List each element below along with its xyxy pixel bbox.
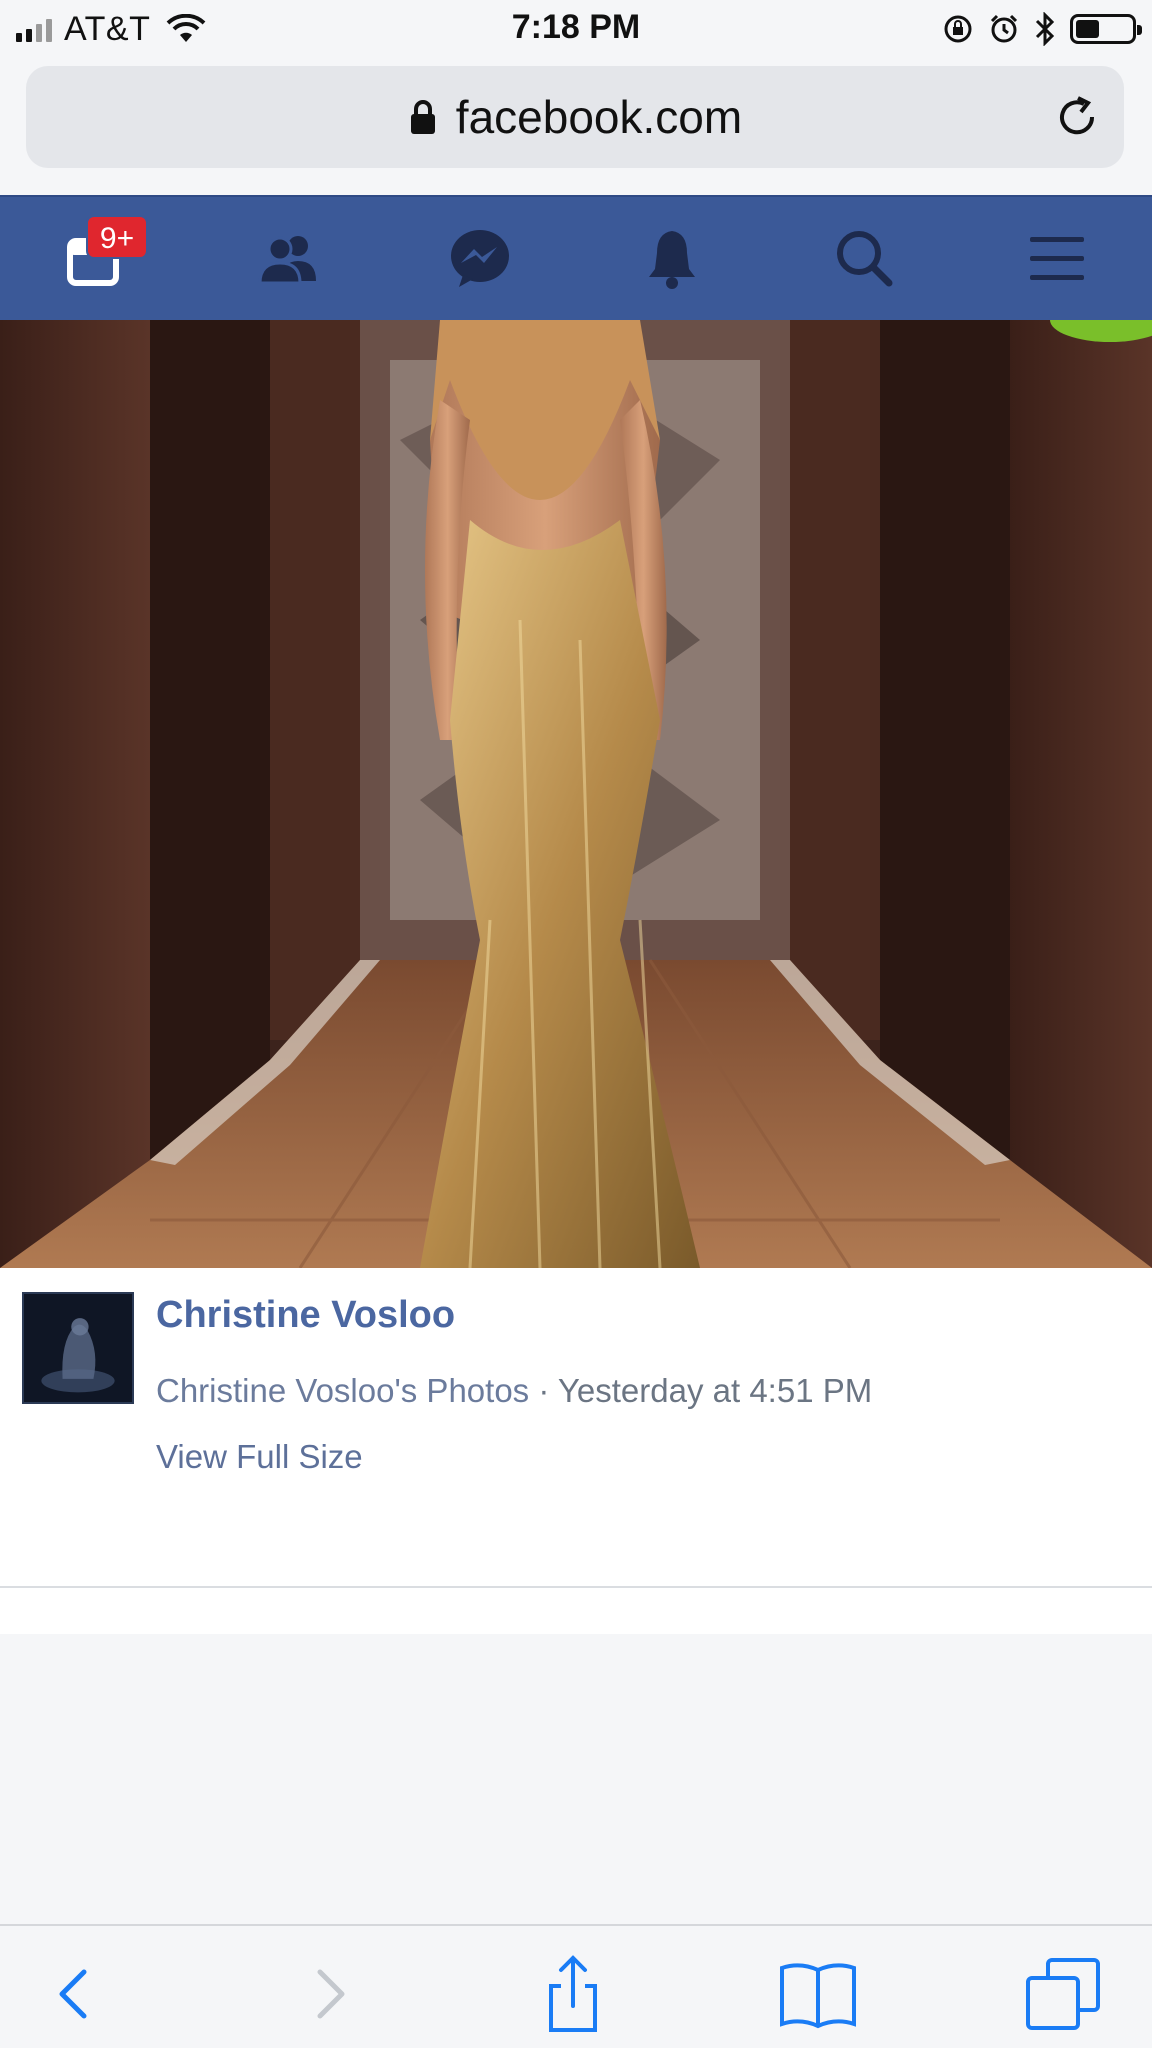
avatar[interactable] [22, 1292, 134, 1404]
bookmarks-icon[interactable] [778, 1954, 858, 2034]
back-icon[interactable] [34, 1954, 114, 2034]
subtitle-separator: · [529, 1372, 558, 1409]
browser-toolbar [0, 1924, 1152, 2048]
battery-icon [1070, 14, 1142, 44]
post-timestamp[interactable]: Yesterday at 4:51 PM [558, 1372, 872, 1409]
bell-icon[interactable] [637, 223, 707, 293]
facebook-nav-bar: 9+ [0, 195, 1152, 320]
post-author-name[interactable]: Christine Vosloo [156, 1294, 455, 1337]
view-full-size-link[interactable]: View Full Size [156, 1438, 363, 1476]
tabs-icon[interactable] [1024, 1954, 1104, 2034]
address-bar[interactable]: facebook.com [26, 66, 1124, 168]
menu-icon[interactable] [1022, 223, 1092, 293]
url-text: facebook.com [455, 91, 743, 143]
reload-icon[interactable] [1052, 92, 1102, 142]
orientation-lock-icon [944, 15, 972, 43]
album-link[interactable]: Christine Vosloo's Photos [156, 1372, 529, 1409]
forward-icon[interactable] [290, 1954, 370, 2034]
notifications-badge: 9+ [86, 215, 148, 259]
share-icon[interactable] [533, 1954, 613, 2034]
bluetooth-icon [1035, 12, 1055, 46]
post-subtitle: Christine Vosloo's Photos · Yesterday at… [156, 1372, 872, 1410]
friends-icon[interactable] [254, 223, 324, 293]
search-icon[interactable] [829, 223, 899, 293]
messenger-icon[interactable] [445, 223, 515, 293]
post-meta: Christine Vosloo Christine Vosloo's Phot… [0, 1268, 1152, 1588]
lock-icon [410, 100, 435, 134]
section-divider [0, 1588, 1152, 1634]
status-bar: AT&T 7:18 PM [0, 0, 1152, 58]
post-photo[interactable] [0, 320, 1152, 1268]
status-right [942, 10, 1142, 48]
alarm-icon [990, 14, 1018, 43]
